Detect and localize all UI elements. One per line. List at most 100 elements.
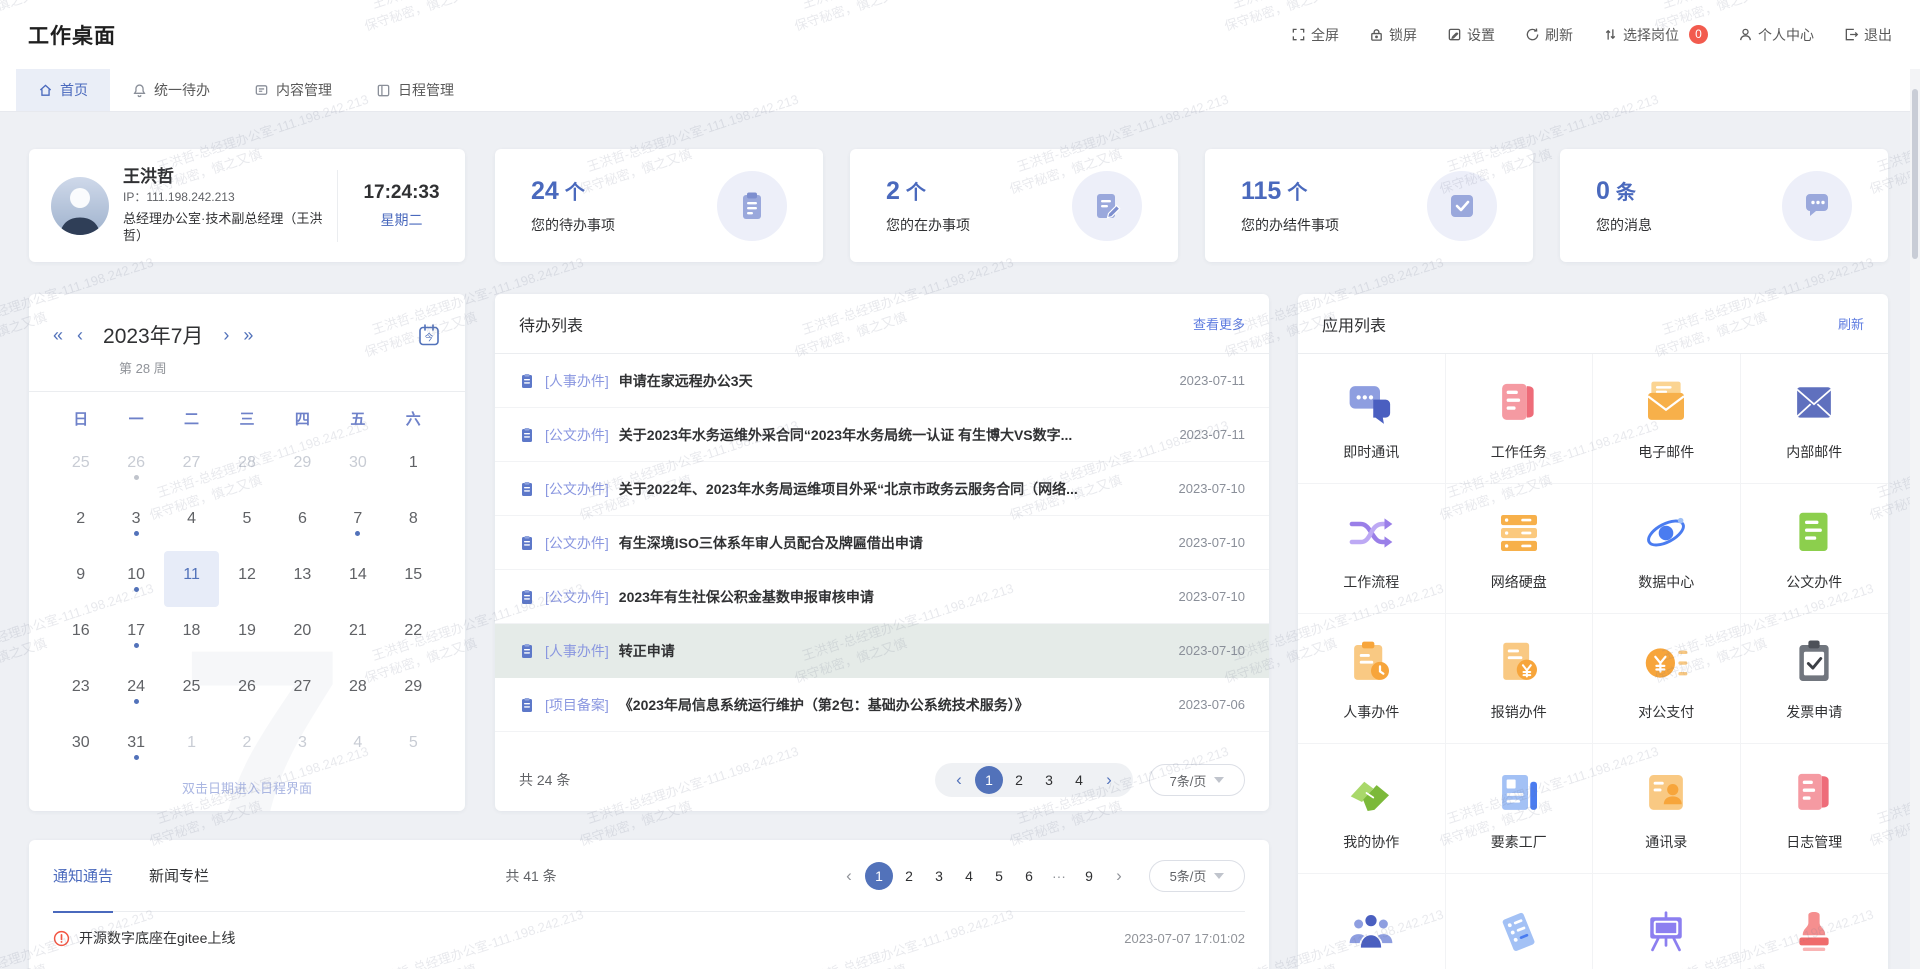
app-workflow[interactable]: 工作流程 xyxy=(1298,484,1446,614)
next-year-button[interactable]: » xyxy=(243,326,253,344)
calendar-day[interactable]: 4 xyxy=(330,719,385,775)
stat-card-inprogress[interactable]: 2个 您的在办事项 xyxy=(850,149,1178,262)
tab-home[interactable]: 首页 xyxy=(16,69,110,111)
calendar-day[interactable]: 21 xyxy=(330,607,385,663)
app-my-collaboration[interactable]: 我的协作 xyxy=(1298,744,1446,874)
select-post-button[interactable]: 选择岗位 0 xyxy=(1603,25,1708,45)
todo-item-title[interactable]: 关于2022年、2023年水务局运维项目外采“北京市政务云服务合同（网络... xyxy=(619,479,1169,499)
todo-item-title[interactable]: 申请在家远程办公3天 xyxy=(619,371,1170,391)
tab-content-mgmt[interactable]: 内容管理 xyxy=(232,69,354,111)
todo-item[interactable]: [公文办件] 2023年有生社保公积金基数申报审核申请 2023-07-10 xyxy=(495,570,1269,624)
app-contacts[interactable]: 通讯录 xyxy=(1593,744,1741,874)
prev-page-button[interactable]: ‹ xyxy=(945,766,973,794)
avatar[interactable] xyxy=(51,177,109,235)
app-partial-presentation[interactable] xyxy=(1593,874,1741,969)
app-reimbursement[interactable]: 报销办件 xyxy=(1446,614,1594,744)
calendar-day[interactable]: 1 xyxy=(386,439,441,495)
calendar-day[interactable]: 15 xyxy=(386,551,441,607)
app-corporate-payment[interactable]: 对公支付 xyxy=(1593,614,1741,744)
notice-item[interactable]: 开源数字底座在gitee上线 2023-07-07 17:01:02 xyxy=(53,912,1245,964)
refresh-button[interactable]: 刷新 xyxy=(1525,25,1573,45)
app-invoice-request[interactable]: 发票申请 xyxy=(1741,614,1889,744)
prev-page-button[interactable]: ‹ xyxy=(835,862,863,890)
todo-category-tag[interactable]: [公文办件] xyxy=(545,587,609,607)
notice-item-title[interactable]: 开源数字底座在gitee上线 xyxy=(79,928,235,948)
tab-notices[interactable]: 通知通告 xyxy=(53,840,113,912)
page-number-button[interactable]: 1 xyxy=(975,766,1003,794)
page-number-button[interactable]: 3 xyxy=(925,862,953,890)
todo-item[interactable]: [人事办件] 转正申请 2023-07-10 xyxy=(495,624,1269,678)
page-number-button[interactable]: 4 xyxy=(1065,766,1093,794)
todo-category-tag[interactable]: [人事办件] xyxy=(545,641,609,661)
logout-button[interactable]: 退出 xyxy=(1844,25,1892,45)
app-partial-billing[interactable] xyxy=(1446,874,1594,969)
todo-category-tag[interactable]: [公文办件] xyxy=(545,425,609,445)
calendar-day[interactable]: 28 xyxy=(330,663,385,719)
calendar-day[interactable]: 30 xyxy=(330,439,385,495)
fullscreen-button[interactable]: 全屏 xyxy=(1291,25,1339,45)
next-page-button[interactable]: › xyxy=(1105,862,1133,890)
calendar-day[interactable]: 3 xyxy=(108,495,163,551)
stat-card-completed[interactable]: 115个 您的办结件事项 xyxy=(1205,149,1533,262)
tab-schedule-mgmt[interactable]: 日程管理 xyxy=(354,69,476,111)
stat-card-todo[interactable]: 24个 您的待办事项 xyxy=(495,149,823,262)
calendar-day[interactable]: 1 xyxy=(164,719,219,775)
calendar-day[interactable]: 17 xyxy=(108,607,163,663)
calendar-day[interactable]: 26 xyxy=(219,663,274,719)
calendar-day[interactable]: 29 xyxy=(386,663,441,719)
page-number-button[interactable]: 2 xyxy=(1005,766,1033,794)
page-number-button[interactable]: 3 xyxy=(1035,766,1063,794)
calendar-day[interactable]: 26 xyxy=(108,439,163,495)
todo-category-tag[interactable]: [项目备案] xyxy=(545,695,609,715)
calendar-day[interactable]: 5 xyxy=(386,719,441,775)
app-hr-cases[interactable]: 人事办件 xyxy=(1298,614,1446,744)
app-instant-messaging[interactable]: 即时通讯 xyxy=(1298,354,1446,484)
calendar-day[interactable]: 27 xyxy=(275,663,330,719)
calendar-day[interactable]: 14 xyxy=(330,551,385,607)
next-page-button[interactable]: › xyxy=(1095,766,1123,794)
calendar-day[interactable]: 24 xyxy=(108,663,163,719)
todo-item[interactable]: [项目备案] 《2023年局信息系统运行维护（第2包：基础办公系统技术服务）》 … xyxy=(495,678,1269,732)
notice-page-size-select[interactable]: 5条/页 xyxy=(1149,860,1245,892)
calendar-day[interactable]: 18 xyxy=(164,607,219,663)
app-official-documents[interactable]: 公文办件 xyxy=(1741,484,1889,614)
calendar-day[interactable]: 11 xyxy=(164,551,219,607)
calendar-day[interactable]: 8 xyxy=(386,495,441,551)
todo-item[interactable]: [公文办件] 关于2022年、2023年水务局运维项目外采“北京市政务云服务合同… xyxy=(495,462,1269,516)
page-number-button[interactable]: 4 xyxy=(955,862,983,890)
calendar-day[interactable]: 9 xyxy=(53,551,108,607)
app-partial-stamp[interactable] xyxy=(1741,874,1889,969)
page-number-button[interactable]: 2 xyxy=(895,862,923,890)
page-number-button[interactable]: 9 xyxy=(1075,862,1103,890)
lockscreen-button[interactable]: 锁屏 xyxy=(1369,25,1417,45)
calendar-hint[interactable]: 双击日期进入日程界面 xyxy=(29,778,465,797)
next-month-button[interactable]: › xyxy=(223,326,229,344)
todo-category-tag[interactable]: [人事办件] xyxy=(545,371,609,391)
app-journal-mgmt[interactable]: 日志管理 xyxy=(1741,744,1889,874)
calendar-day[interactable]: 5 xyxy=(219,495,274,551)
calendar-day[interactable]: 28 xyxy=(219,439,274,495)
page-number-button[interactable]: ··· xyxy=(1045,862,1073,890)
prev-month-button[interactable]: ‹ xyxy=(77,326,83,344)
calendar-day[interactable]: 7 xyxy=(330,495,385,551)
todo-item-title[interactable]: 《2023年局信息系统运行维护（第2包：基础办公系统技术服务）》 xyxy=(619,695,1169,715)
view-more-link[interactable]: 查看更多 xyxy=(1193,314,1245,333)
calendar-day[interactable]: 25 xyxy=(53,439,108,495)
calendar-day[interactable]: 4 xyxy=(164,495,219,551)
calendar-day[interactable]: 22 xyxy=(386,607,441,663)
calendar-day[interactable]: 12 xyxy=(219,551,274,607)
todo-category-tag[interactable]: [公文办件] xyxy=(545,479,609,499)
calendar-day[interactable]: 6 xyxy=(275,495,330,551)
today-calendar-icon[interactable]: 今 xyxy=(417,323,441,347)
page-number-button[interactable]: 1 xyxy=(865,862,893,890)
calendar-day[interactable]: 25 xyxy=(164,663,219,719)
todo-item-title[interactable]: 2023年有生社保公积金基数申报审核申请 xyxy=(619,587,1169,607)
app-internal-mail[interactable]: 内部邮件 xyxy=(1741,354,1889,484)
calendar-day[interactable]: 29 xyxy=(275,439,330,495)
page-number-button[interactable]: 5 xyxy=(985,862,1013,890)
app-network-disk[interactable]: 网络硬盘 xyxy=(1446,484,1594,614)
app-refresh-link[interactable]: 刷新 xyxy=(1838,314,1864,333)
calendar-day[interactable]: 10 xyxy=(108,551,163,607)
stat-card-messages[interactable]: 0条 您的消息 xyxy=(1560,149,1888,262)
todo-item-title[interactable]: 关于2023年水务运维外采合同“2023年水务局统一认证 有生博大VS数字... xyxy=(619,425,1170,445)
